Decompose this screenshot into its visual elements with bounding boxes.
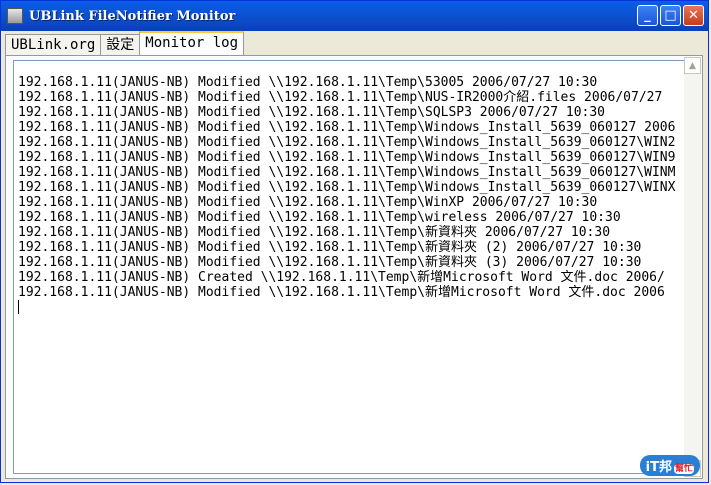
log-line: 192.168.1.11(JANUS-NB) Modified \\192.16… [18, 225, 611, 240]
window-controls: _ □ ✕ [637, 5, 704, 26]
tab-ublink-org[interactable]: UBLink.org [5, 34, 102, 55]
tab-panel: 192.168.1.11(JANUS-NB) Modified \\192.16… [5, 55, 703, 479]
log-line: 192.168.1.11(JANUS-NB) Modified \\192.16… [18, 135, 676, 150]
log-line: 192.168.1.11(JANUS-NB) Modified \\192.16… [18, 105, 605, 120]
log-line: 192.168.1.11(JANUS-NB) Modified \\192.16… [18, 255, 642, 270]
log-content: 192.168.1.11(JANUS-NB) Modified \\192.16… [18, 75, 687, 314]
window-title: UBLink FileNotifier Monitor [29, 8, 236, 24]
log-line: 192.168.1.11(JANUS-NB) Modified \\192.16… [18, 285, 665, 300]
vertical-scrollbar[interactable]: ▲ ▼ [684, 57, 701, 477]
log-line: 192.168.1.11(JANUS-NB) Created \\192.168… [18, 270, 665, 285]
ithome-watermark-logo: iT邦 幫忙 [639, 455, 700, 476]
log-line: 192.168.1.11(JANUS-NB) Modified \\192.16… [18, 210, 621, 225]
watermark-sub: 幫忙 [673, 464, 694, 474]
log-line: 192.168.1.11(JANUS-NB) Modified \\192.16… [18, 180, 676, 195]
main-window: UBLink FileNotifier Monitor _ □ ✕ UBLink… [0, 0, 709, 483]
log-textarea[interactable]: 192.168.1.11(JANUS-NB) Modified \\192.16… [13, 60, 688, 474]
watermark-main: iT邦 [645, 460, 672, 475]
tab-strip: UBLink.org 設定 Monitor log [5, 31, 245, 55]
app-icon[interactable] [7, 8, 23, 24]
log-line: 192.168.1.11(JANUS-NB) Modified \\192.16… [18, 165, 676, 180]
tab-monitor-log[interactable]: Monitor log [139, 31, 245, 55]
log-line: 192.168.1.11(JANUS-NB) Modified \\192.16… [18, 75, 598, 90]
title-bar[interactable]: UBLink FileNotifier Monitor _ □ ✕ [1, 1, 708, 31]
text-caret [18, 300, 19, 314]
log-line: 192.168.1.11(JANUS-NB) Modified \\192.16… [18, 240, 642, 255]
close-button[interactable]: ✕ [683, 5, 704, 26]
maximize-button[interactable]: □ [660, 5, 681, 26]
log-line: 192.168.1.11(JANUS-NB) Modified \\192.16… [18, 150, 676, 165]
tab-settings[interactable]: 設定 [100, 34, 141, 55]
minimize-button[interactable]: _ [637, 5, 658, 26]
log-line: 192.168.1.11(JANUS-NB) Modified \\192.16… [18, 90, 663, 105]
log-line: 192.168.1.11(JANUS-NB) Modified \\192.16… [18, 195, 598, 210]
log-line: 192.168.1.11(JANUS-NB) Modified \\192.16… [18, 120, 676, 135]
scroll-up-arrow-icon[interactable]: ▲ [684, 57, 701, 74]
